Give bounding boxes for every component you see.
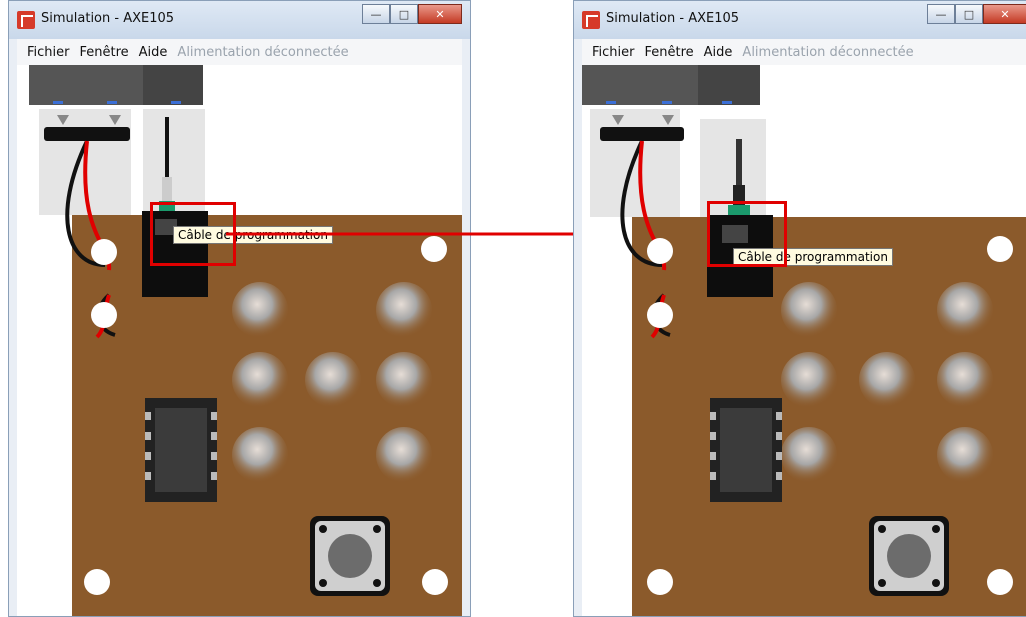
minimize-icon[interactable]: — xyxy=(927,4,955,24)
simulation-canvas[interactable]: Câble de programmation xyxy=(582,65,1026,616)
battery-clip xyxy=(600,127,684,141)
window-title: Simulation - AXE105 xyxy=(606,11,740,26)
menu-aide[interactable]: Aide xyxy=(704,45,733,60)
window-controls: — □ ✕ xyxy=(927,4,1026,28)
power-status: Alimentation déconnectée xyxy=(742,44,914,60)
highlight-box xyxy=(707,201,787,267)
simulation-app-icon xyxy=(582,11,600,29)
pcb-board xyxy=(632,217,1026,616)
menu-bar: Fichier Fenêtre Aide Alimentation déconn… xyxy=(582,39,1026,65)
menu-fenetre[interactable]: Fenêtre xyxy=(645,45,694,60)
title-bar[interactable]: Simulation - AXE105 — □ ✕ xyxy=(574,1,1026,39)
push-button[interactable] xyxy=(887,534,931,578)
maximize-icon[interactable]: □ xyxy=(955,4,983,24)
simulation-window-right: Simulation - AXE105 — □ ✕ Fichier Fenêtr… xyxy=(573,0,1026,617)
close-icon[interactable]: ✕ xyxy=(983,4,1026,24)
programming-cable[interactable] xyxy=(736,139,742,189)
menu-fichier[interactable]: Fichier xyxy=(592,45,635,60)
board-drawing xyxy=(582,65,1026,616)
